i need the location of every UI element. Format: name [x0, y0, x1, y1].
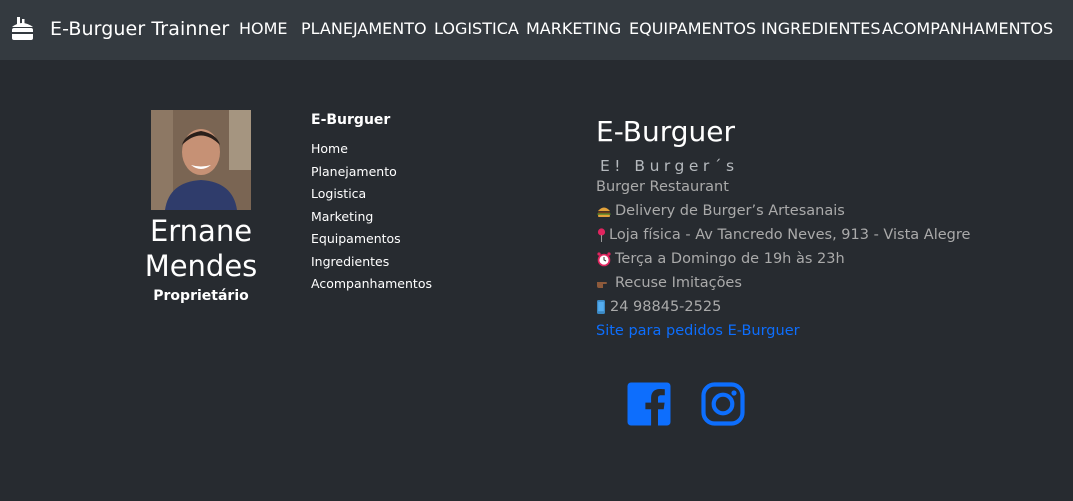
address-text: Loja física - Av Tancredo Neves, 913 - V…	[609, 227, 971, 243]
restaurant-tagline: E! Burger´s	[600, 157, 739, 175]
footer-link-ingredientes[interactable]: Ingredientes	[311, 251, 432, 274]
warning-text: Recuse Imitações	[615, 275, 742, 291]
owner-role: Proprietário	[153, 288, 249, 304]
footer-link-acompanhamentos[interactable]: Acompanhamentos	[311, 273, 432, 296]
clock-emoji-icon	[597, 252, 611, 267]
nav-home[interactable]: HOME	[239, 19, 288, 38]
owner-name: Ernane Mendes	[144, 214, 258, 283]
facebook-link[interactable]	[627, 382, 671, 426]
nav-acompanhamentos[interactable]: ACOMPANHAMENTOS	[882, 19, 1053, 38]
nav-planejamento[interactable]: PLANEJAMENTO	[301, 19, 427, 38]
warning-line: Recuse Imitações	[596, 271, 970, 295]
facebook-icon	[627, 382, 671, 426]
hours-text: Terça a Domingo de 19h às 23h	[615, 251, 845, 267]
footer-links: E-Burguer Home Planejamento Logistica Ma…	[311, 112, 432, 296]
footer-link-marketing[interactable]: Marketing	[311, 206, 432, 229]
owner-avatar	[151, 110, 251, 210]
owner-profile: Ernane Mendes Proprietário	[140, 110, 262, 304]
order-site-link[interactable]: Site para pedidos E-Burguer	[596, 319, 970, 343]
navbar: E-Burguer Trainner HOME PLANEJAMENTO LOG…	[0, 0, 1073, 60]
phone-text: 24 98845-2525	[610, 299, 722, 315]
nav-equipamentos[interactable]: EQUIPAMENTOS	[629, 19, 756, 38]
phone-line: 24 98845-2525	[596, 295, 970, 319]
restaurant-info: E-Burguer E! Burger´s Burger Restaurant …	[596, 115, 970, 343]
footer-link-home[interactable]: Home	[311, 138, 432, 161]
restaurant-title: E-Burguer	[596, 115, 736, 148]
footer-link-planejamento[interactable]: Planejamento	[311, 161, 432, 184]
instagram-link[interactable]	[701, 382, 745, 426]
nav-logistica[interactable]: LOGISTICA	[434, 19, 519, 38]
phone-emoji-icon	[597, 300, 605, 314]
nav-ingredientes[interactable]: INGREDIENTES	[761, 19, 880, 38]
restaurant-category: Burger Restaurant	[596, 175, 970, 199]
pin-emoji-icon	[597, 228, 606, 242]
brand-name: E-Burguer Trainner	[50, 18, 230, 40]
hamburger-logo-icon	[11, 17, 34, 40]
burger-emoji-icon	[597, 207, 611, 217]
delivery-line: Delivery de Burger’s Artesanais	[596, 199, 970, 223]
category-text: Burger Restaurant	[596, 179, 729, 195]
footer-links-title: E-Burguer	[311, 112, 391, 128]
nav-marketing[interactable]: MARKETING	[526, 19, 621, 38]
brand-link[interactable]: E-Burguer Trainner	[8, 15, 229, 43]
pointing-hand-emoji-icon	[597, 282, 607, 288]
instagram-icon	[701, 382, 745, 426]
footer-link-equipamentos[interactable]: Equipamentos	[311, 228, 432, 251]
address-line: Loja física - Av Tancredo Neves, 913 - V…	[596, 223, 970, 247]
delivery-text: Delivery de Burger’s Artesanais	[615, 203, 845, 219]
footer-link-logistica[interactable]: Logistica	[311, 183, 432, 206]
hours-line: Terça a Domingo de 19h às 23h	[596, 247, 970, 271]
